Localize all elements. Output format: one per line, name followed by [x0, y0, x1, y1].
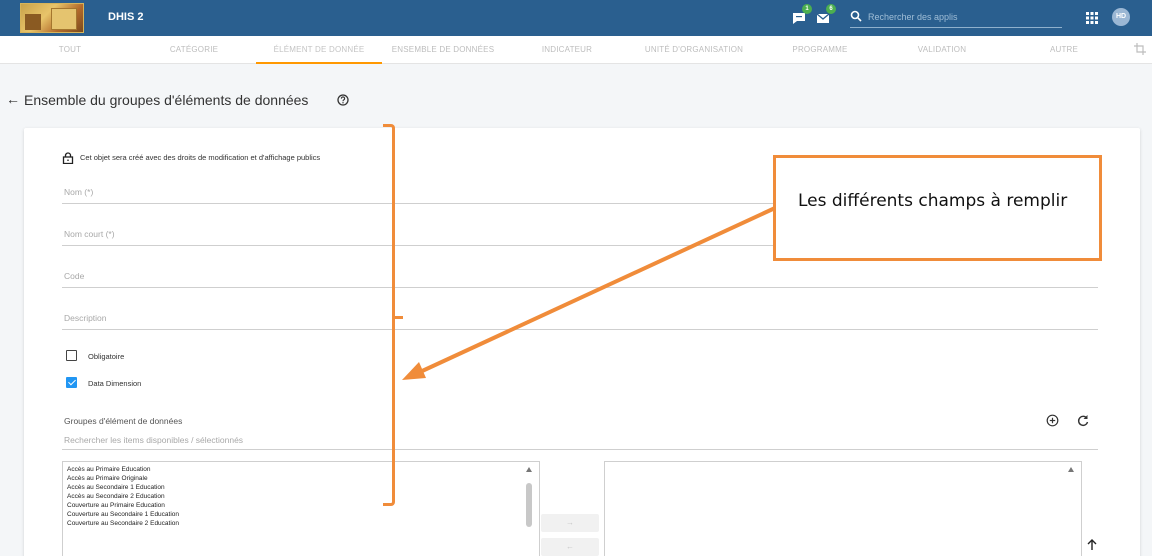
search-icon: [850, 10, 862, 22]
list-item[interactable]: Accès au Primaire Education: [67, 466, 150, 473]
scrollbar-thumb[interactable]: [526, 483, 532, 527]
short-name-field-label: Nom court (*): [64, 229, 115, 239]
annotation-bracket-tick: [395, 316, 403, 319]
available-groups-list[interactable]: Accès au Primaire Education Accès au Pri…: [62, 461, 540, 556]
tab-validation[interactable]: Validation: [880, 36, 1004, 64]
selected-scroll-up-arrow[interactable]: [1068, 467, 1074, 472]
list-item[interactable]: Accès au Secondaire 1 Education: [67, 484, 165, 491]
tab-category[interactable]: Catégorie: [140, 36, 248, 64]
crop-icon[interactable]: [1134, 42, 1146, 60]
add-circle-icon[interactable]: [1046, 414, 1059, 432]
app-header: DHIS 2 1 6 HD: [0, 0, 1152, 36]
scroll-up-arrow[interactable]: [526, 467, 532, 472]
name-field-label: Nom (*): [64, 187, 94, 197]
app-title: DHIS 2: [108, 11, 144, 23]
tab-data-set[interactable]: Ensemble de données: [382, 36, 504, 64]
data-dimension-checkbox[interactable]: [66, 377, 77, 388]
data-dimension-label: Data Dimension: [88, 379, 142, 388]
section-tabs: Tout Catégorie Élément de donnée Ensembl…: [0, 36, 1152, 64]
search-apps-input[interactable]: [868, 9, 1058, 25]
description-field[interactable]: Description: [62, 306, 1098, 330]
list-item[interactable]: Couverture au Secondaire 2 Education: [67, 520, 179, 527]
apps-grid-icon[interactable]: [1086, 11, 1098, 29]
lock-icon: [62, 151, 74, 169]
move-right-button[interactable]: →: [541, 514, 599, 532]
dhis2-logo[interactable]: [20, 3, 84, 33]
help-icon[interactable]: [337, 93, 349, 111]
move-up-arrow-icon[interactable]: [1087, 538, 1097, 556]
logo-shape: [25, 14, 41, 30]
app-search: [850, 8, 1062, 28]
code-field-label: Code: [64, 271, 85, 281]
callout-text: Les différents champs à remplir: [798, 191, 1068, 211]
tab-data-element[interactable]: Élément de donnée: [256, 36, 382, 64]
list-item[interactable]: Couverture au Primaire Education: [67, 502, 165, 509]
compulsory-checkbox[interactable]: [66, 350, 77, 361]
move-left-button[interactable]: ←: [541, 538, 599, 556]
list-item[interactable]: Couverture au Secondaire 1 Education: [67, 511, 179, 518]
tab-org-unit[interactable]: Unité d'organisation: [628, 36, 760, 64]
list-item[interactable]: Accès au Secondaire 2 Education: [67, 493, 165, 500]
tab-indicator[interactable]: Indicateur: [508, 36, 626, 64]
mail-count-badge: 6: [826, 4, 836, 14]
user-avatar[interactable]: HD: [1112, 8, 1130, 26]
groups-search-input[interactable]: Rechercher les items disponibles / sélec…: [62, 432, 1098, 450]
tab-other[interactable]: Autre: [1004, 36, 1124, 64]
code-field[interactable]: Code: [62, 264, 1098, 288]
refresh-icon[interactable]: [1077, 414, 1089, 432]
annotation-callout: Les différents champs à remplir: [773, 155, 1102, 261]
tab-all[interactable]: Tout: [20, 36, 120, 64]
groups-label: Groupes d'élément de données: [64, 416, 183, 426]
annotation-bracket: [383, 124, 395, 506]
messages-count-badge: 1: [802, 4, 812, 14]
page-title: Ensemble du groupes d'éléments de donnée…: [24, 92, 309, 108]
back-arrow-icon[interactable]: ←: [6, 91, 20, 107]
logo-map-shape: [51, 8, 77, 30]
sharing-note: Cet objet sera créé avec des droits de m…: [80, 153, 321, 162]
compulsory-label: Obligatoire: [88, 352, 125, 361]
groups-search-placeholder: Rechercher les items disponibles / sélec…: [64, 435, 244, 445]
description-field-label: Description: [64, 313, 107, 323]
tab-program[interactable]: Programme: [760, 36, 880, 64]
selected-groups-list[interactable]: [604, 461, 1082, 556]
list-item[interactable]: Accès au Primaire Originale: [67, 475, 148, 482]
